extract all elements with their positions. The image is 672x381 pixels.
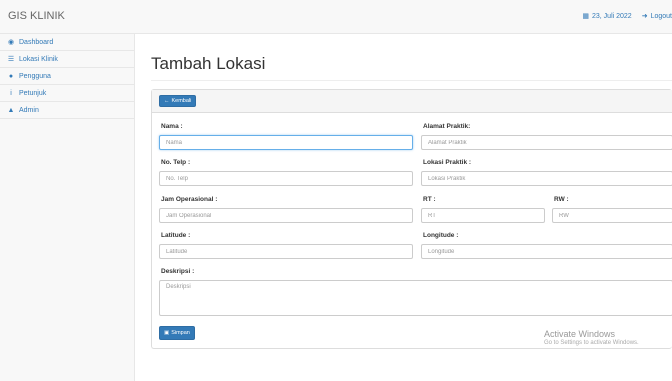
brand-logo[interactable]: GIS KLINIK [8, 10, 65, 22]
jam-input[interactable] [159, 208, 413, 223]
topbar-right: ▦ 23, Juli 2022 ➜ Logout [582, 12, 672, 21]
calendar-icon: ▦ [582, 13, 589, 20]
date-text: 23, Juli 2022 [592, 12, 632, 20]
dashboard-icon: ◉ [7, 39, 15, 46]
save-button-label: Simpan [171, 330, 190, 336]
sidebar-item-label: Lokasi Klinik [19, 55, 58, 63]
users-icon: ● [8, 72, 14, 80]
logout-icon: ➜ [641, 13, 648, 20]
form-panel: ← Kembali Nama : Alamat Praktik: No. Tel… [151, 89, 672, 349]
rt-label: RT : [423, 196, 436, 203]
rw-label: RW : [554, 196, 569, 203]
sidebar-item-pengguna[interactable]: ● Pengguna [0, 68, 134, 85]
logout-label: Logout [650, 12, 672, 20]
alamat-label: Alamat Praktik: [423, 123, 471, 130]
save-button[interactable]: ▣ Simpan [159, 326, 195, 340]
activation-watermark: Activate Windows Go to Settings to activ… [544, 329, 639, 346]
latitude-input[interactable] [159, 244, 413, 259]
page-title: Tambah Lokasi [151, 54, 266, 73]
telp-input[interactable] [159, 171, 413, 186]
sidebar-item-petunjuk[interactable]: i Petunjuk [0, 85, 134, 102]
sidebar-item-label: Admin [19, 106, 39, 114]
sidebar-item-lokasi-klinik[interactable]: ☰ Lokasi Klinik [0, 51, 134, 68]
back-button[interactable]: ← Kembali [159, 95, 197, 107]
sidebar: ◉ Dashboard ☰ Lokasi Klinik ● Pengguna i… [0, 34, 135, 381]
jam-label: Jam Operasional : [161, 196, 218, 203]
table-icon: ☰ [7, 56, 15, 63]
deskripsi-textarea[interactable] [159, 280, 672, 316]
sidebar-item-label: Dashboard [19, 38, 54, 46]
longitude-label: Longitude : [423, 232, 459, 239]
longitude-input[interactable] [421, 244, 672, 259]
top-navbar: GIS KLINIK ▦ 23, Juli 2022 ➜ Logout [0, 0, 672, 34]
logout-link[interactable]: ➜ Logout [641, 12, 672, 21]
telp-label: No. Telp : [161, 159, 191, 166]
alamat-input[interactable] [421, 135, 672, 150]
save-icon: ▣ [164, 330, 170, 336]
sidebar-item-admin[interactable]: ▲ Admin [0, 102, 134, 119]
panel-heading: ← Kembali [152, 90, 672, 113]
watermark-title: Activate Windows [544, 329, 616, 339]
rw-input[interactable] [552, 208, 672, 223]
sidebar-item-dashboard[interactable]: ◉ Dashboard [0, 34, 134, 51]
info-icon: i [10, 89, 12, 97]
deskripsi-label: Deskripsi : [161, 268, 195, 275]
latitude-label: Latitude : [161, 232, 191, 239]
rt-input[interactable] [421, 208, 545, 223]
back-button-label: Kembali [171, 98, 192, 104]
nama-input[interactable] [159, 135, 413, 150]
date-display: ▦ 23, Juli 2022 [582, 12, 632, 21]
user-icon: ▲ [7, 106, 15, 114]
sidebar-item-label: Petunjuk [19, 89, 47, 97]
lokasi-input[interactable] [421, 171, 672, 186]
title-divider [151, 80, 672, 81]
arrow-left-icon: ← [164, 98, 170, 104]
nama-label: Nama : [161, 123, 183, 130]
lokasi-label: Lokasi Praktik : [423, 159, 472, 166]
watermark-subtitle: Go to Settings to activate Windows. [544, 339, 639, 346]
sidebar-item-label: Pengguna [19, 72, 51, 80]
